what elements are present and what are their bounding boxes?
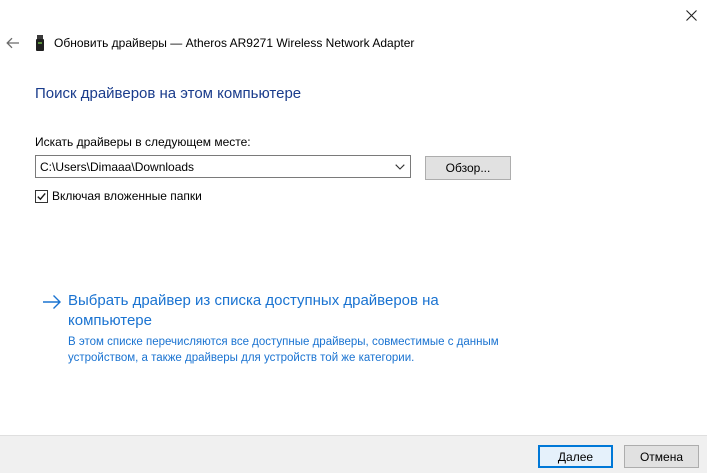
chevron-down-icon bbox=[395, 163, 405, 170]
window-title: Обновить драйверы — Atheros AR9271 Wirel… bbox=[54, 36, 415, 50]
browse-button[interactable]: Обзор... bbox=[425, 156, 511, 180]
include-subfolders-label[interactable]: Включая вложенные папки bbox=[52, 189, 202, 203]
include-subfolders-checkbox[interactable] bbox=[35, 190, 48, 203]
back-arrow-icon bbox=[6, 37, 19, 49]
search-location-label: Искать драйверы в следующем месте: bbox=[35, 135, 251, 149]
arrow-right-icon[interactable] bbox=[42, 294, 62, 310]
cancel-button[interactable]: Отмена bbox=[624, 445, 699, 468]
next-button[interactable]: Далее bbox=[538, 445, 613, 468]
dropdown-button[interactable] bbox=[390, 156, 410, 177]
update-drivers-window: Обновить драйверы — Atheros AR9271 Wirel… bbox=[0, 0, 707, 473]
pick-driver-from-list-link[interactable]: Выбрать драйвер из списка доступных драй… bbox=[68, 291, 498, 331]
close-button[interactable] bbox=[676, 0, 707, 30]
pick-driver-description: В этом списке перечисляются все доступны… bbox=[68, 336, 499, 364]
back-button[interactable] bbox=[2, 32, 24, 54]
network-adapter-icon bbox=[36, 35, 44, 51]
close-icon bbox=[686, 9, 697, 21]
checkmark-icon bbox=[37, 192, 46, 201]
page-heading: Поиск драйверов на этом компьютере bbox=[35, 85, 302, 102]
search-path-input[interactable]: C:\Users\Dimaaa\Downloads bbox=[36, 160, 390, 174]
search-path-combobox[interactable]: C:\Users\Dimaaa\Downloads bbox=[35, 155, 411, 178]
